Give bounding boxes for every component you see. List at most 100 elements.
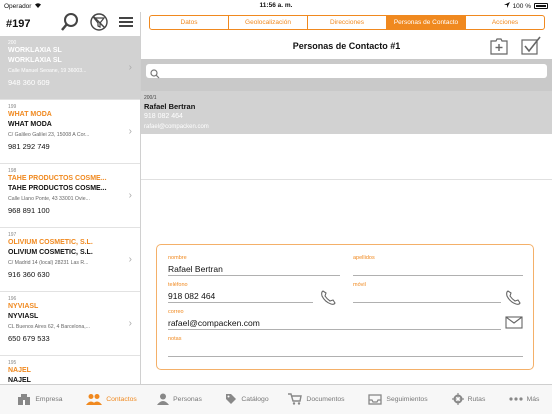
- list-item[interactable]: 196 NYVIASL NYVIASL CL Buenos Aires 62, 4 B…: [0, 292, 140, 356]
- company-legal-name: NYVIASL: [8, 313, 39, 320]
- chevron-right-icon: ›: [128, 62, 132, 73]
- add-contact-button[interactable]: [488, 36, 510, 61]
- chevron-right-icon: ›: [128, 126, 132, 137]
- company-address: CL Buenos Aires 62, 4 Barcelona,...: [8, 324, 90, 330]
- filter-off-icon[interactable]: [90, 12, 108, 36]
- tab-personas-de-contacto[interactable]: Personas de Contacto: [387, 16, 466, 29]
- movil-value: [353, 289, 501, 302]
- notas-value: [168, 343, 523, 356]
- apellidos-field[interactable]: apellidos: [353, 255, 523, 276]
- field-underline: [168, 275, 340, 276]
- phone-icon[interactable]: [319, 288, 339, 311]
- list-item[interactable]: 200 WORKLAXIA SL WORKLAXIA SL Calle Manuel …: [0, 36, 140, 100]
- search-icon: [150, 66, 160, 84]
- inbox-icon: [368, 393, 383, 407]
- company-name: WHAT MODA: [8, 111, 52, 118]
- company-name: NAJEL: [8, 367, 31, 374]
- company-list-pane: #197 200 WORKLAXIA SL WORKLAXIA SL Calle Ma…: [0, 12, 141, 384]
- list-item[interactable]: 198 TAHE PRODUCTOS COSMÉ... TAHE PRODUCTOS…: [0, 164, 140, 228]
- company-phone: 981 292 749: [8, 142, 50, 151]
- tab-geolocalizacion[interactable]: Geolocalización: [229, 16, 308, 29]
- tab-catalogo[interactable]: Catálogo: [216, 385, 278, 414]
- tag-icon: [225, 393, 237, 407]
- person-icon: [157, 393, 170, 407]
- company-code: 196: [8, 296, 17, 302]
- tab-seguimientos[interactable]: Seguimientos: [355, 385, 441, 414]
- correo-label: correo: [168, 309, 184, 315]
- notas-label: notas: [168, 336, 182, 342]
- company-address: C/ Madrid 14 (local) 28231 Las R...: [8, 260, 89, 266]
- company-name: NYVIASL: [8, 303, 39, 310]
- cart-icon: [288, 392, 303, 407]
- search-icon[interactable]: [60, 12, 80, 37]
- company-phone: 948 360 609: [8, 78, 50, 87]
- tab-documentos[interactable]: Documentos: [278, 385, 355, 414]
- tab-direcciones[interactable]: Direcciones: [308, 16, 387, 29]
- field-underline: [168, 302, 313, 303]
- company-legal-name: WORKLAXIA SL: [8, 57, 62, 64]
- company-legal-name: NAJEL: [8, 377, 31, 384]
- record-count: #197: [6, 18, 31, 30]
- telefono-label: teléfono: [168, 282, 188, 288]
- correo-value: rafael@compacken.com: [168, 318, 260, 328]
- movil-field[interactable]: móvil: [353, 282, 501, 303]
- tab-label: Empresa: [35, 396, 63, 403]
- company-legal-name: OLIVIUM COSMETIC, S.L.: [8, 249, 93, 256]
- tab-label: Personas: [173, 396, 202, 403]
- battery-icon: [534, 3, 548, 9]
- status-bar: Operador 11:56 a. m. 100 %: [0, 0, 552, 12]
- tab-label: Seguimientos: [386, 396, 428, 403]
- bottom-tab-bar: Empresa Contactos Personas Catálogo Docu…: [0, 384, 552, 414]
- list-item[interactable]: 200/1 Rafael Bertran 918 082 464 rafael@…: [141, 91, 552, 134]
- company-address: Calle Manuel Seoane, 19 36003...: [8, 68, 87, 74]
- company-phone: 916 360 630: [8, 270, 50, 279]
- people-icon: [86, 393, 103, 407]
- list-header: #197: [0, 12, 140, 36]
- contact-phone: 918 082 464: [144, 113, 183, 120]
- search-bar-container: [141, 59, 552, 91]
- tab-mas[interactable]: Más: [496, 385, 552, 414]
- tab-label: Catálogo: [241, 396, 269, 403]
- tab-rutas[interactable]: Rutas: [441, 385, 496, 414]
- contact-name: Rafael Bertran: [144, 102, 196, 111]
- chevron-right-icon: ›: [128, 318, 132, 329]
- company-code: 200: [8, 40, 17, 46]
- correo-field[interactable]: correo rafael@compacken.com: [168, 309, 501, 330]
- clock: 11:56 a. m.: [259, 2, 293, 9]
- tab-personas[interactable]: Personas: [143, 385, 216, 414]
- tab-empresa[interactable]: Empresa: [0, 385, 80, 414]
- phone-icon[interactable]: [504, 288, 524, 311]
- list-item[interactable]: 197 OLIVIUM COSMETIC, S.L. OLIVIUM COSMETI…: [0, 228, 140, 292]
- company-address: C/ Galileo Galilei 23, 15008 A Cor...: [8, 132, 90, 138]
- nombre-value: Rafael Bertran: [168, 264, 223, 274]
- contact-email: rafael@compacken.com: [144, 124, 209, 130]
- movil-label: móvil: [353, 282, 366, 288]
- location-icon: [503, 2, 510, 10]
- search-input[interactable]: [146, 64, 547, 79]
- field-underline: [353, 275, 523, 276]
- menu-icon[interactable]: [118, 15, 134, 34]
- tab-datos[interactable]: Datos: [150, 16, 229, 29]
- company-legal-name: WHAT MODA: [8, 121, 52, 128]
- field-underline: [353, 302, 501, 303]
- confirm-button[interactable]: [520, 36, 542, 61]
- nombre-field[interactable]: nombre Rafael Bertran: [168, 255, 340, 276]
- company-phone: 650 679 533: [8, 334, 50, 343]
- battery-percent: 100 %: [512, 2, 531, 10]
- tab-acciones[interactable]: Acciones: [466, 16, 544, 29]
- tab-contactos[interactable]: Contactos: [80, 385, 143, 414]
- company-name: OLIVIUM COSMETIC, S.L.: [8, 239, 93, 246]
- detail-pane: Datos Geolocalización Direcciones Person…: [141, 12, 552, 384]
- list-item[interactable]: 199 WHAT MODA WHAT MODA C/ Galileo Galilei …: [0, 100, 140, 164]
- company-code: 198: [8, 168, 17, 174]
- more-icon: [508, 396, 523, 403]
- company-code: 197: [8, 232, 17, 238]
- nombre-label: nombre: [168, 255, 187, 261]
- divider: [141, 179, 552, 180]
- company-name: WORKLAXIA SL: [8, 47, 62, 54]
- list-item[interactable]: 195NAJELNAJEL›: [0, 356, 140, 384]
- mail-icon[interactable]: [505, 316, 523, 334]
- notas-field[interactable]: notas: [168, 336, 523, 357]
- telefono-field[interactable]: teléfono 918 082 464: [168, 282, 313, 303]
- tab-label: Rutas: [467, 396, 486, 403]
